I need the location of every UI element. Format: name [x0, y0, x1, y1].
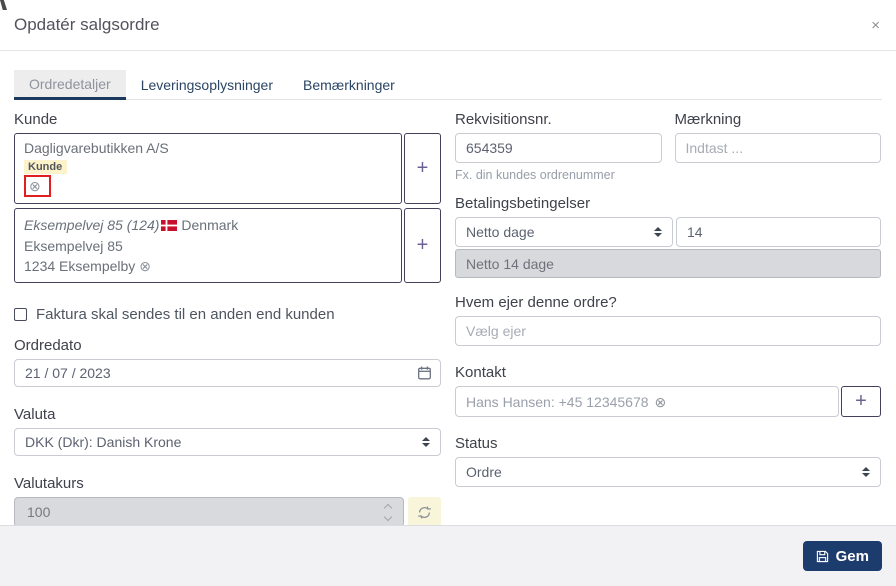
ordredato-label: Ordredato — [14, 337, 82, 354]
address-picker: Eksempelvej 85 (124) Denmark Eksempelvej … — [14, 208, 441, 283]
chevron-updown-icon — [654, 227, 662, 237]
valutakurs-input: 100 — [14, 497, 404, 527]
remove-customer-icon[interactable]: ⊗ — [29, 178, 41, 194]
rekvisition-input[interactable] — [455, 133, 662, 163]
customer-badge: Kunde — [24, 160, 68, 174]
betaling-label: Betalingsbetingelser — [455, 195, 591, 212]
valutakurs-label: Valutakurs — [14, 475, 84, 492]
refresh-icon — [418, 505, 431, 519]
form-content: Kunde Dagligvarebutikken A/S Kunde ⊗ + E… — [0, 100, 896, 527]
add-address-button[interactable]: + — [404, 208, 441, 283]
customer-name: Dagligvarebutikken A/S — [24, 140, 169, 156]
add-customer-button[interactable]: + — [404, 133, 441, 204]
chevron-updown-icon — [862, 467, 870, 477]
tab-bar: Ordredetaljer Leveringsoplysninger Bemær… — [14, 70, 882, 100]
kontakt-value: Hans Hansen: +45 12345678 — [466, 393, 649, 410]
left-column: Kunde Dagligvarebutikken A/S Kunde ⊗ + E… — [14, 110, 441, 527]
save-button-label: Gem — [835, 547, 869, 565]
valutakurs-row: 100 — [14, 497, 441, 527]
save-button[interactable]: Gem — [802, 541, 882, 571]
address-line-3: 1234 Eksempelby ⊗ — [24, 258, 151, 274]
status-label: Status — [455, 435, 498, 452]
address-box: Eksempelvej 85 (124) Denmark Eksempelvej … — [14, 208, 402, 283]
address-line-1: Eksempelvej 85 (124) Denmark — [24, 215, 392, 236]
remove-customer-annotation: ⊗ — [24, 175, 51, 197]
calendar-icon[interactable] — [417, 366, 432, 381]
rekvisition-field: Rekvisitionsnr. Fx. din kundes ordrenumm… — [455, 110, 662, 182]
modal-title: Opdatér salgsordre — [14, 15, 160, 34]
right-column: Rekvisitionsnr. Fx. din kundes ordrenumm… — [455, 110, 881, 527]
invoice-checkbox-label: Faktura skal sendes til en anden end kun… — [36, 306, 335, 323]
kontakt-label: Kontakt — [455, 364, 506, 381]
ordredato-input[interactable] — [14, 359, 441, 387]
maerkning-label: Mærkning — [674, 111, 742, 128]
valuta-value: DKK (Dkr): Danish Krone — [25, 434, 182, 450]
address-line-2: Eksempelvej 85 — [24, 238, 123, 254]
owner-label: Hvem ejer denne ordre? — [455, 294, 617, 311]
betaling-days-input[interactable] — [676, 217, 881, 247]
add-kontakt-button[interactable]: + — [841, 386, 881, 417]
valutakurs-value: 100 — [27, 504, 51, 520]
tab-ordredetaljer[interactable]: Ordredetaljer — [14, 70, 126, 100]
owner-input[interactable] — [455, 316, 881, 346]
modal-footer: Gem — [0, 525, 896, 586]
valuta-label: Valuta — [14, 406, 56, 423]
ordredato-wrap — [14, 359, 441, 387]
number-stepper-icon — [383, 503, 393, 521]
rekvisition-helper: Fx. din kundes ordrenummer — [455, 168, 615, 182]
remove-address-icon[interactable]: ⊗ — [139, 258, 151, 274]
rekvisition-label: Rekvisitionsnr. — [455, 111, 552, 128]
kontakt-box[interactable]: Hans Hansen: +45 12345678 ⊗ — [455, 386, 839, 417]
invoice-checkbox-row: Faktura skal sendes til en anden end kun… — [14, 306, 441, 323]
betaling-row: Netto dage — [455, 217, 881, 247]
chevron-updown-icon — [422, 437, 430, 447]
kontakt-row: Hans Hansen: +45 12345678 ⊗ + — [455, 386, 881, 417]
modal-header: Opdatér salgsordre × — [0, 0, 896, 51]
status-value: Ordre — [466, 464, 502, 480]
danish-flag-icon — [161, 216, 178, 236]
tab-leveringsoplysninger[interactable]: Leveringsoplysninger — [126, 71, 288, 100]
remove-kontakt-icon[interactable]: ⊗ — [655, 394, 667, 410]
refresh-rate-button[interactable] — [408, 497, 441, 527]
maerkning-field: Mærkning — [674, 110, 881, 182]
close-icon[interactable]: × — [871, 18, 880, 33]
tab-bemaerkninger[interactable]: Bemærkninger — [288, 71, 410, 100]
betaling-summary: Netto 14 dage — [455, 249, 881, 278]
betaling-type-value: Netto dage — [466, 224, 535, 240]
status-select[interactable]: Ordre — [455, 457, 881, 487]
valuta-select[interactable]: DKK (Dkr): Danish Krone — [14, 428, 441, 456]
invoice-checkbox[interactable] — [14, 308, 27, 321]
maerkning-input[interactable] — [674, 133, 881, 163]
kunde-label: Kunde — [14, 111, 58, 128]
rekvisition-maerkning-row: Rekvisitionsnr. Fx. din kundes ordrenumm… — [455, 110, 881, 182]
save-icon — [816, 550, 828, 562]
customer-picker: Dagligvarebutikken A/S Kunde ⊗ + — [14, 133, 441, 204]
customer-box: Dagligvarebutikken A/S Kunde ⊗ — [14, 133, 402, 204]
betaling-type-select[interactable]: Netto dage — [455, 217, 673, 247]
